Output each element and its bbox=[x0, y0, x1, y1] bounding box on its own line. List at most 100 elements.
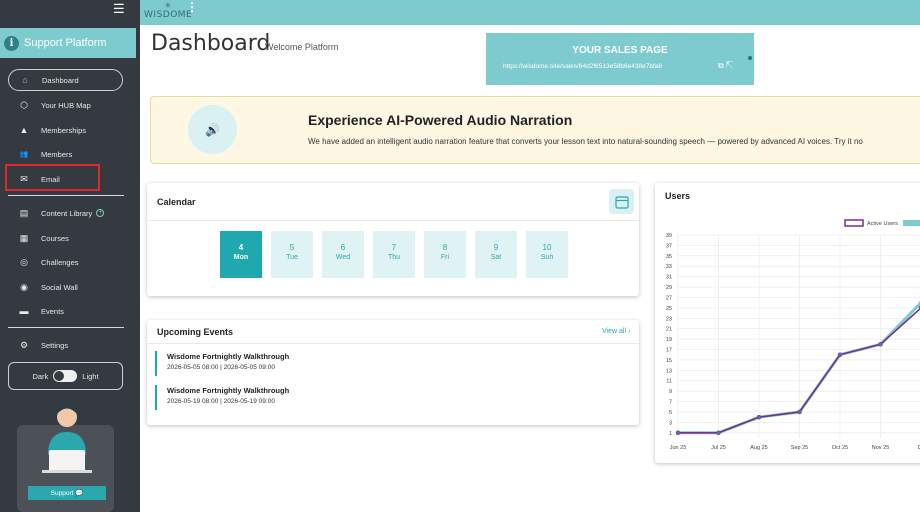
status-dot bbox=[748, 56, 752, 60]
y-tick-label: 3 bbox=[669, 420, 672, 426]
members-icon: 👥 bbox=[19, 151, 29, 158]
data-point bbox=[797, 409, 802, 415]
sales-page-url[interactable]: https://wisdome.site/sales/64d2f6513e58b… bbox=[503, 63, 662, 70]
data-point bbox=[756, 414, 762, 420]
calendar-day[interactable]: 10 Sun bbox=[526, 231, 568, 278]
hub-map-icon: ⬡ bbox=[20, 99, 28, 110]
switch-knob bbox=[54, 371, 65, 381]
sidebar-item-settings[interactable]: ⚙ Settings bbox=[8, 334, 123, 356]
event-title: Wisdome Fortnightly Walkthrough bbox=[167, 352, 290, 361]
support-agent-illustration bbox=[42, 402, 92, 473]
y-tick-label: 5 bbox=[669, 410, 672, 416]
calendar-day[interactable]: 7 Thu bbox=[373, 231, 415, 278]
sidebar-item-label: Settings bbox=[41, 340, 69, 350]
challenges-icon: ◎ bbox=[20, 256, 28, 267]
events-title: Upcoming Events bbox=[157, 327, 234, 337]
day-name: Thu bbox=[387, 254, 401, 261]
y-tick-label: 7 bbox=[669, 400, 672, 406]
y-tick-label: 13 bbox=[666, 368, 672, 374]
kebab-menu-icon[interactable]: ⋮ bbox=[186, 1, 198, 13]
page-subtitle: Welcome Platform bbox=[265, 42, 339, 52]
y-tick-label: 33 bbox=[666, 264, 672, 270]
event-item[interactable]: Wisdome Fortnightly Walkthrough 2026-05-… bbox=[155, 385, 625, 410]
brand-title: Support Platform bbox=[24, 37, 107, 49]
sidebar-item-hub-map[interactable]: ⬡ Your HUB Map bbox=[8, 94, 123, 116]
data-point bbox=[675, 430, 681, 436]
banner-title: Experience AI-Powered Audio Narration bbox=[308, 112, 573, 128]
x-tick-label: Jun 25 bbox=[670, 445, 687, 451]
sales-page-title: YOUR SALES PAGE bbox=[572, 45, 668, 56]
day-name: Mon bbox=[233, 254, 249, 261]
x-tick-label: Sep 25 bbox=[791, 445, 808, 451]
calendar-day[interactable]: 5 Tue bbox=[271, 231, 313, 278]
day-name: Sun bbox=[540, 254, 554, 261]
day-number: 10 bbox=[542, 243, 552, 252]
sidebar-item-label: Memberships bbox=[41, 125, 87, 135]
sales-page-card: YOUR SALES PAGE https://wisdome.site/sal… bbox=[486, 33, 754, 85]
y-tick-label: 23 bbox=[666, 316, 672, 322]
sidebar-item-content-library[interactable]: ▤ Content Library + bbox=[8, 202, 123, 224]
calendar-day[interactable]: 4 Mon bbox=[220, 231, 262, 278]
logo-mark-icon: ✳ bbox=[164, 1, 172, 10]
events-divider bbox=[147, 343, 639, 344]
legend-swatch bbox=[903, 220, 920, 226]
y-tick-label: 11 bbox=[666, 379, 672, 385]
event-item[interactable]: Wisdome Fortnightly Walkthrough 2026-05-… bbox=[155, 351, 625, 376]
y-tick-label: 25 bbox=[666, 306, 672, 312]
y-tick-label: 35 bbox=[666, 254, 672, 260]
hamburger-menu-icon[interactable]: ☰ bbox=[113, 1, 125, 17]
sidebar-item-courses[interactable]: ▦ Courses bbox=[8, 227, 123, 249]
day-name: Tue bbox=[286, 254, 298, 261]
memberships-icon: ▲ bbox=[19, 125, 29, 135]
view-all-link[interactable]: View all › bbox=[602, 328, 630, 335]
day-name: Sat bbox=[490, 254, 502, 261]
sidebar-item-label: Social Wall bbox=[41, 282, 78, 292]
calendar-day[interactable]: 8 Fri bbox=[424, 231, 466, 278]
y-tick-label: 17 bbox=[666, 348, 672, 354]
y-tick-label: 15 bbox=[666, 358, 672, 364]
support-button[interactable]: Support 💬 bbox=[28, 486, 106, 500]
data-point bbox=[837, 352, 843, 357]
sidebar-item-label: Events bbox=[41, 306, 64, 316]
wisdome-logo[interactable]: ✳ WISDOME bbox=[144, 1, 193, 21]
light-label: Light bbox=[82, 371, 99, 381]
speaker-icon: 🔊 bbox=[188, 105, 237, 154]
calendar-divider bbox=[147, 220, 639, 221]
theme-switch[interactable] bbox=[53, 370, 78, 382]
add-content-icon[interactable]: + bbox=[96, 209, 105, 217]
logo-text: WISDOME bbox=[144, 10, 193, 20]
day-number: 7 bbox=[391, 243, 397, 252]
calendar-title: Calendar bbox=[157, 197, 196, 207]
calendar-day[interactable]: 6 Wed bbox=[322, 231, 364, 278]
sidebar-item-memberships[interactable]: ▲ Memberships bbox=[8, 119, 123, 141]
theme-toggle: Dark Light bbox=[8, 362, 123, 390]
sidebar-divider bbox=[8, 195, 124, 196]
sidebar-item-events[interactable]: ▬ Events bbox=[8, 300, 123, 322]
calendar-icon[interactable] bbox=[609, 189, 634, 214]
calendar-day[interactable]: 9 Sat bbox=[475, 231, 517, 278]
users-chart-card: Users 1 3 5 7 9 11 13 15 17 19 21 23 25 27 29 31 33 35 37 3… bbox=[655, 183, 920, 463]
sidebar-item-label: Your HUB Map bbox=[41, 100, 91, 110]
users-line-chart: 13579111315171921232527293133353739Jun 2… bbox=[666, 219, 920, 451]
info-icon: i bbox=[4, 35, 19, 51]
brand-header[interactable]: i Support Platform bbox=[0, 28, 136, 58]
social-wall-icon: ◉ bbox=[20, 281, 28, 292]
sidebar-item-dashboard[interactable]: ⌂ Dashboard bbox=[8, 69, 123, 91]
sidebar-item-label: Challenges bbox=[41, 257, 79, 267]
top-bar: ✳ WISDOME ⋮ bbox=[140, 0, 920, 25]
copy-open-icons[interactable]: ⧉ ⇱ bbox=[718, 61, 733, 71]
sidebar-item-social-wall[interactable]: ◉ Social Wall bbox=[8, 276, 123, 298]
sidebar-divider bbox=[8, 327, 124, 328]
data-point bbox=[716, 430, 721, 436]
data-point bbox=[878, 342, 883, 347]
sidebar-item-members[interactable]: 👥 Members bbox=[8, 143, 123, 165]
calendar-card: Calendar 4 Mon 5 Tue 6 Wed 7 Thu 8 Fri 9 Sat 1… bbox=[147, 183, 639, 296]
page-title: Dashboard bbox=[151, 31, 271, 56]
sidebar: ☰ i Support Platform ⌂ Dashboard ⬡ Your … bbox=[0, 0, 140, 512]
sidebar-item-challenges[interactable]: ◎ Challenges bbox=[8, 251, 123, 273]
event-title: Wisdome Fortnightly Walkthrough bbox=[167, 386, 290, 395]
sidebar-item-label: Content Library bbox=[41, 208, 93, 218]
events-icon: ▬ bbox=[19, 306, 29, 316]
home-icon: ⌂ bbox=[22, 75, 28, 85]
event-date: 2026-05-05 08:00 | 2026-05-05 09:00 bbox=[167, 364, 275, 371]
